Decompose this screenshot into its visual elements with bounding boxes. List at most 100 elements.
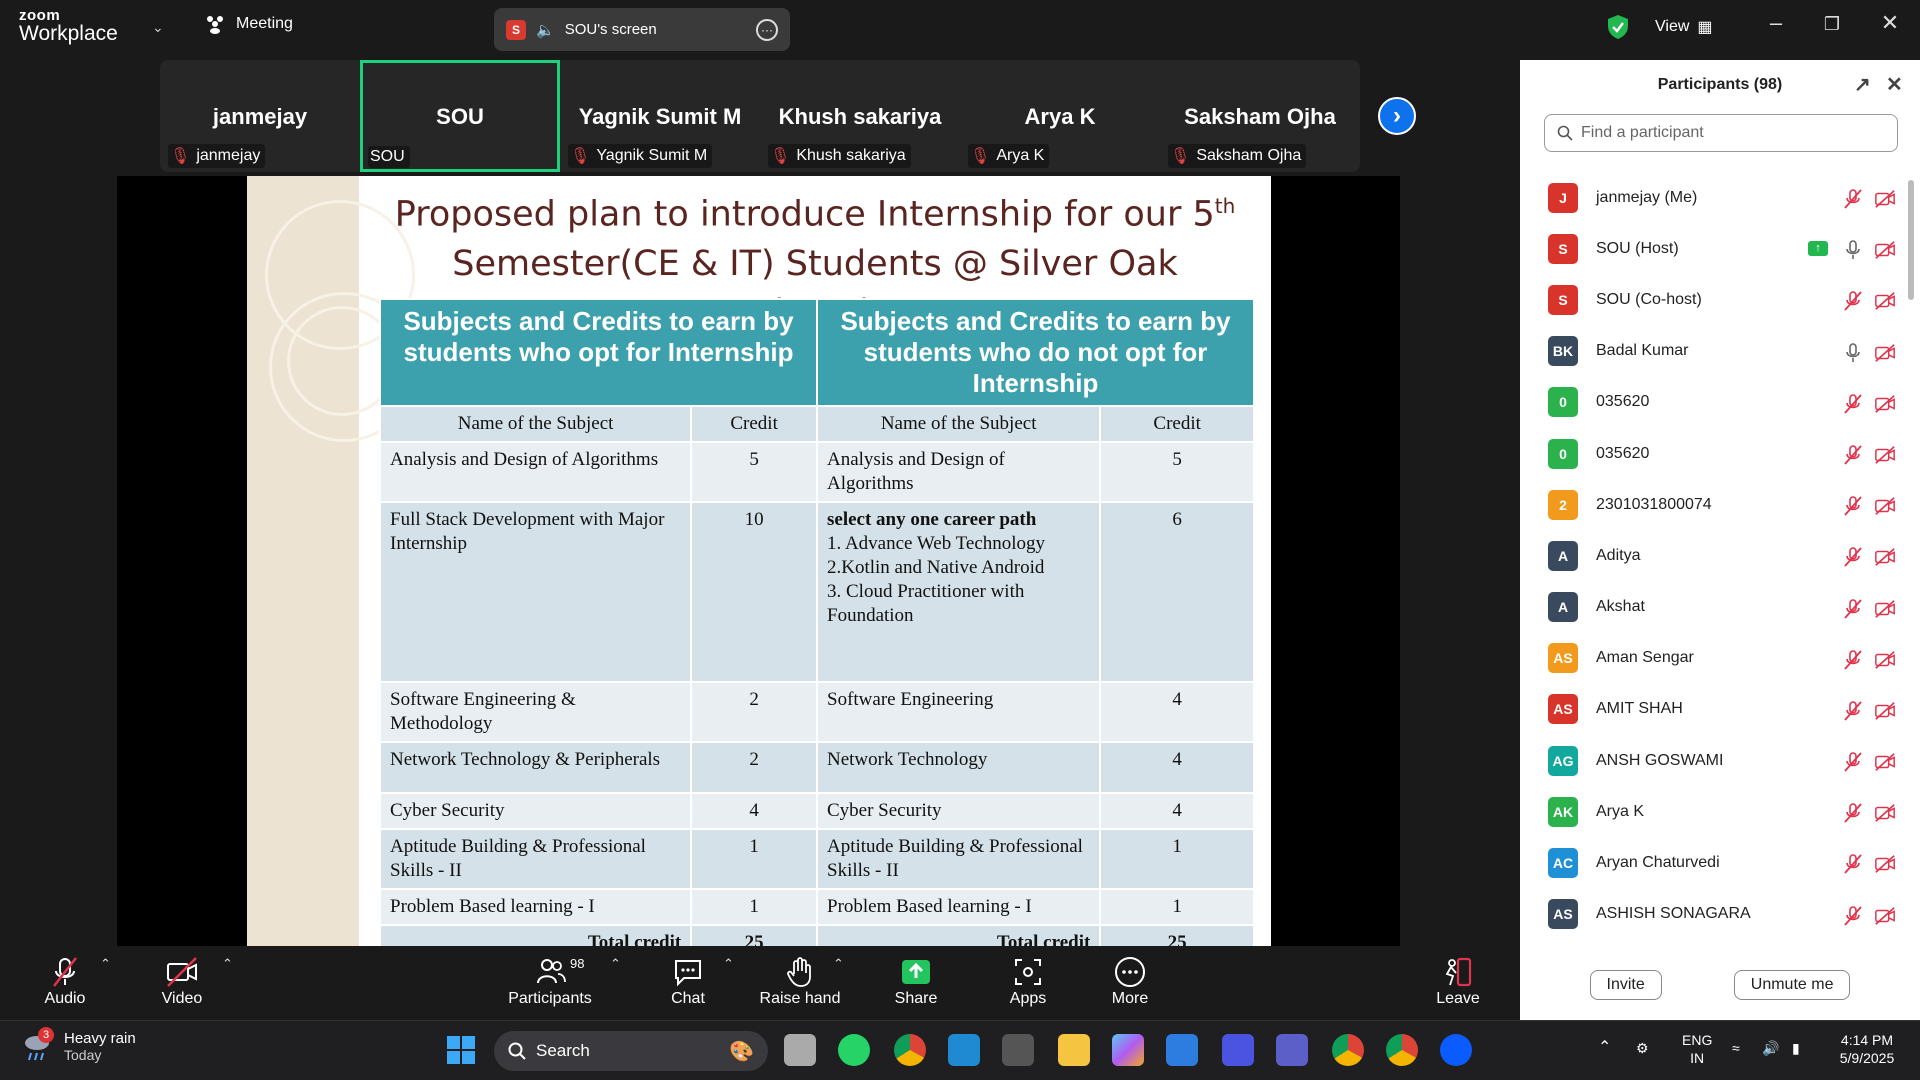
muted-mic-icon[interactable] xyxy=(1842,598,1864,620)
muted-mic-icon[interactable] xyxy=(1842,649,1864,671)
apps-button[interactable]: Apps xyxy=(978,956,1078,1008)
video-off-icon[interactable] xyxy=(1874,290,1896,312)
video-off-icon[interactable] xyxy=(1874,802,1896,824)
participant-row[interactable]: AC Aryan Chaturvedi xyxy=(1520,837,1906,888)
minimize-icon[interactable]: – xyxy=(1756,10,1796,36)
restore-icon[interactable]: ❐ xyxy=(1812,14,1852,35)
volume-icon[interactable]: 🔊 xyxy=(1762,1039,1779,1057)
muted-mic-icon[interactable] xyxy=(1842,188,1864,210)
muted-mic-icon[interactable] xyxy=(1842,290,1864,312)
pop-out-icon[interactable]: ↗ xyxy=(1854,72,1871,97)
chrome-profile-icon[interactable] xyxy=(1332,1034,1364,1066)
video-tile[interactable]: Arya K 🎙 Arya K xyxy=(960,60,1160,172)
participant-row[interactable]: S SOU (Co-host) xyxy=(1520,274,1906,325)
video-tile-active-speaker[interactable]: SOU SOU xyxy=(360,60,560,172)
muted-mic-icon[interactable] xyxy=(1842,393,1864,415)
whiteboard-icon[interactable] xyxy=(1222,1034,1254,1066)
wifi-icon[interactable]: ≈ xyxy=(1732,1039,1740,1057)
security-shield-icon[interactable] xyxy=(1607,14,1629,40)
zoom-app-icon[interactable] xyxy=(1440,1034,1472,1066)
mic-icon[interactable] xyxy=(1842,239,1864,261)
chrome-icon[interactable] xyxy=(1386,1034,1418,1066)
video-options-caret[interactable]: ⌃ xyxy=(222,956,233,972)
chrome-icon[interactable] xyxy=(894,1034,926,1066)
participant-search-input[interactable]: Find a participant xyxy=(1544,114,1898,152)
video-tile[interactable]: janmejay 🎙 janmejay xyxy=(160,60,360,172)
teams-icon[interactable] xyxy=(1276,1034,1308,1066)
video-off-icon[interactable] xyxy=(1874,546,1896,568)
invite-button[interactable]: Invite xyxy=(1589,970,1662,1000)
taskbar-search[interactable]: Search 🎨 xyxy=(494,1031,768,1071)
participant-row[interactable]: 0 035620 xyxy=(1520,377,1906,428)
participant-row[interactable]: AS AMIT SHAH xyxy=(1520,684,1906,735)
participants-button[interactable]: 98 Participants xyxy=(500,956,600,1008)
task-view-icon[interactable] xyxy=(784,1034,816,1066)
battery-icon[interactable]: ▮ xyxy=(1792,1039,1800,1057)
audio-options-caret[interactable]: ⌃ xyxy=(100,956,111,972)
muted-mic-icon[interactable] xyxy=(1842,495,1864,517)
participant-row[interactable]: 2 2301031800074 xyxy=(1520,479,1906,530)
participant-row[interactable]: S SOU (Host) ↑ xyxy=(1520,223,1906,274)
video-off-icon[interactable] xyxy=(1874,239,1896,261)
more-button[interactable]: More xyxy=(1080,956,1180,1008)
vscode-icon[interactable] xyxy=(948,1034,980,1066)
mic-icon[interactable] xyxy=(1842,342,1864,364)
meeting-menu[interactable]: Meeting xyxy=(204,14,293,34)
unmute-me-button[interactable]: Unmute me xyxy=(1733,970,1851,1000)
video-off-icon[interactable] xyxy=(1874,751,1896,773)
video-button[interactable]: Video xyxy=(132,956,232,1008)
video-off-icon[interactable] xyxy=(1874,188,1896,210)
chat-options-caret[interactable]: ⌃ xyxy=(723,956,734,972)
participant-row[interactable]: AS ASHISH SONAGARA xyxy=(1520,889,1906,940)
participants-options-caret[interactable]: ⌃ xyxy=(610,956,621,972)
participant-row[interactable]: AG ANSH GOSWAMI xyxy=(1520,735,1906,786)
store-icon[interactable] xyxy=(1166,1034,1198,1066)
copilot-icon[interactable] xyxy=(1112,1034,1144,1066)
muted-mic-icon[interactable] xyxy=(1842,802,1864,824)
video-off-icon[interactable] xyxy=(1874,700,1896,722)
share-button[interactable]: Share xyxy=(866,956,966,1008)
participant-row[interactable]: BK Badal Kumar xyxy=(1520,326,1906,377)
leave-button[interactable]: Leave xyxy=(1408,956,1508,1008)
screen-share-pill[interactable]: S 🔈 SOU's screen ··· xyxy=(494,8,790,51)
muted-mic-icon[interactable] xyxy=(1842,751,1864,773)
more-options-icon[interactable]: ··· xyxy=(756,18,778,41)
app-icon[interactable] xyxy=(1002,1034,1034,1066)
video-off-icon[interactable] xyxy=(1874,853,1896,875)
chevron-up-icon[interactable]: ⌃ xyxy=(1598,1039,1611,1057)
panel-scrollbar[interactable] xyxy=(1908,180,1914,300)
video-off-icon[interactable] xyxy=(1874,393,1896,415)
file-explorer-icon[interactable] xyxy=(1058,1034,1090,1066)
network-alert-icon[interactable]: ⚙ xyxy=(1636,1039,1649,1057)
next-page-arrow-icon[interactable]: › xyxy=(1378,97,1416,135)
clock[interactable]: 4:14 PM 5/9/2025 xyxy=(1830,1031,1904,1067)
video-off-icon[interactable] xyxy=(1874,649,1896,671)
video-off-icon[interactable] xyxy=(1874,444,1896,466)
video-tile[interactable]: Yagnik Sumit M 🎙 Yagnik Sumit M xyxy=(560,60,760,172)
video-off-icon[interactable] xyxy=(1874,342,1896,364)
participant-row[interactable] xyxy=(1520,940,1906,950)
participant-row[interactable]: AK Arya K xyxy=(1520,786,1906,837)
start-icon[interactable] xyxy=(446,1035,476,1065)
participant-row[interactable]: A Aditya xyxy=(1520,530,1906,581)
close-icon[interactable]: ✕ xyxy=(1870,10,1910,36)
participant-row[interactable]: Jjanmejay (Me) xyxy=(1520,172,1906,223)
muted-mic-icon[interactable] xyxy=(1842,853,1864,875)
chevron-down-icon[interactable]: ⌄ xyxy=(152,19,164,36)
muted-mic-icon[interactable] xyxy=(1842,444,1864,466)
participant-row[interactable]: A Akshat xyxy=(1520,582,1906,633)
video-off-icon[interactable] xyxy=(1874,495,1896,517)
whatsapp-icon[interactable] xyxy=(838,1034,870,1066)
video-off-icon[interactable] xyxy=(1874,598,1896,620)
weather-widget[interactable]: 3 Heavy rain Today xyxy=(20,1027,136,1063)
video-tile[interactable]: Saksham Ojha 🎙 Saksham Ojha xyxy=(1160,60,1360,172)
muted-mic-icon[interactable] xyxy=(1842,905,1864,927)
muted-mic-icon[interactable] xyxy=(1842,546,1864,568)
muted-mic-icon[interactable] xyxy=(1842,700,1864,722)
language-indicator[interactable]: ENG IN xyxy=(1682,1031,1712,1067)
video-off-icon[interactable] xyxy=(1874,905,1896,927)
close-panel-icon[interactable]: ✕ xyxy=(1886,72,1903,97)
participant-row[interactable]: AS Aman Sengar xyxy=(1520,633,1906,684)
reactions-options-caret[interactable]: ⌃ xyxy=(833,956,844,972)
view-button[interactable]: View ▦ xyxy=(1655,17,1713,37)
